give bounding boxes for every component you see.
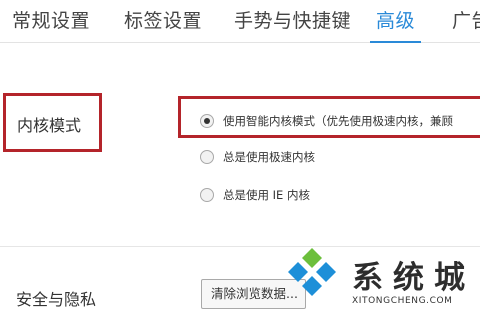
radio-label: 总是使用极速内核 bbox=[223, 150, 315, 164]
watermark-url: XITONGCHENG.COM bbox=[352, 296, 453, 306]
radio-button[interactable] bbox=[200, 150, 214, 164]
radio-button[interactable] bbox=[200, 188, 214, 202]
radio-always-fast-kernel[interactable]: 总是使用极速内核 bbox=[200, 149, 315, 165]
radio-smart-kernel[interactable]: 使用智能内核模式（优先使用极速内核，兼顾 bbox=[200, 113, 453, 129]
settings-tab-bar: 常规设置 标签设置 手势与快捷键 高级 广告 bbox=[0, 0, 480, 43]
tab-ads[interactable]: 广告 bbox=[452, 6, 480, 33]
radio-always-ie-kernel[interactable]: 总是使用 IE 内核 bbox=[200, 187, 310, 203]
radio-button[interactable] bbox=[200, 114, 214, 128]
watermark-logo-icon bbox=[288, 248, 336, 296]
security-privacy-label: 安全与隐私 bbox=[16, 290, 97, 309]
radio-label: 总是使用 IE 内核 bbox=[223, 188, 310, 202]
tab-gestures-shortcuts[interactable]: 手势与快捷键 bbox=[234, 6, 351, 33]
radio-label: 使用智能内核模式（优先使用极速内核，兼顾 bbox=[223, 114, 453, 128]
kernel-mode-label: 内核模式 bbox=[17, 116, 82, 135]
tab-advanced[interactable]: 高级 bbox=[369, 6, 422, 43]
tab-general-settings[interactable]: 常规设置 bbox=[12, 6, 90, 33]
watermark-brand: 系统城 bbox=[352, 260, 475, 296]
tab-tab-settings[interactable]: 标签设置 bbox=[124, 6, 202, 33]
section-divider bbox=[0, 246, 480, 247]
